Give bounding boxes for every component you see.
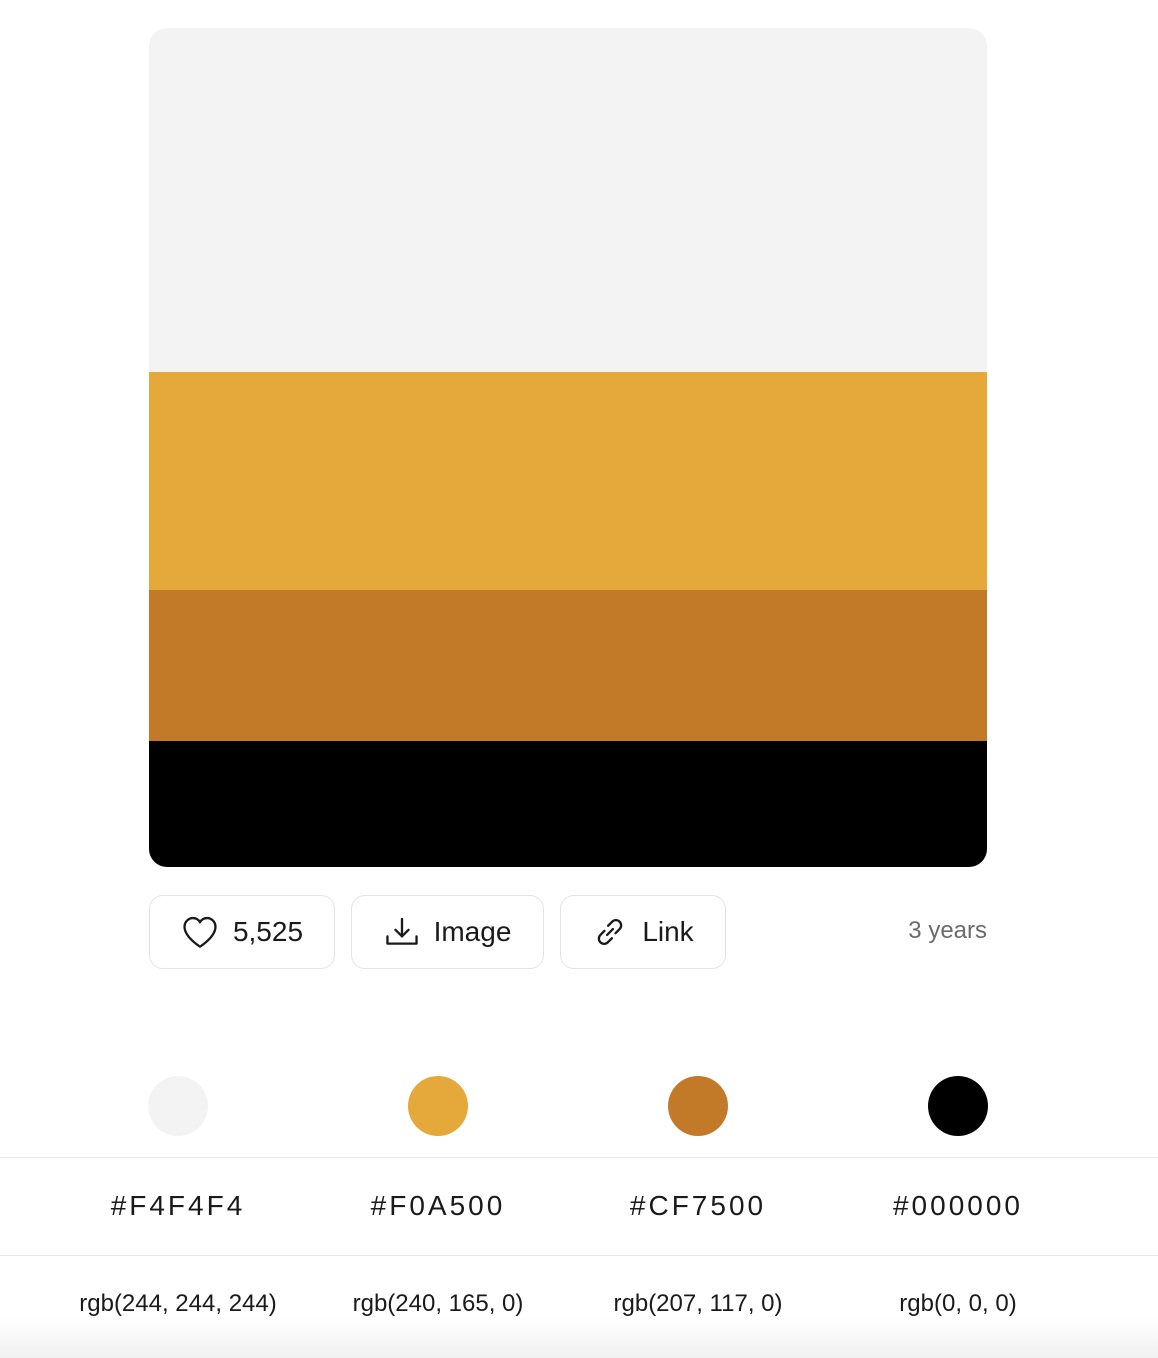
like-count: 5,525 — [232, 916, 304, 947]
hex-code-3[interactable]: #CF7500 — [578, 1190, 818, 1222]
hex-code-1[interactable]: #F4F4F4 — [58, 1190, 298, 1222]
swatch-2[interactable] — [149, 372, 987, 590]
hex-codes-row: #F4F4F4 #F0A500 #CF7500 #000000 — [0, 1157, 1158, 1256]
copy-link-button[interactable]: Link — [560, 895, 726, 969]
color-dot-2[interactable] — [408, 1076, 468, 1136]
image-button-label: Image — [433, 916, 512, 947]
palette-actions: 5,525 Image Link 3 years — [149, 895, 987, 971]
download-image-button[interactable]: Image — [351, 895, 544, 969]
hex-code-2[interactable]: #F0A500 — [318, 1190, 558, 1222]
swatch-3[interactable] — [149, 590, 987, 741]
link-icon — [592, 916, 628, 948]
hex-code-4[interactable]: #000000 — [838, 1190, 1078, 1222]
color-dot-3[interactable] — [668, 1076, 728, 1136]
rgb-code-1[interactable]: rgb(244, 244, 244) — [48, 1290, 308, 1318]
color-dot-1[interactable] — [148, 1076, 208, 1136]
swatch-4[interactable] — [149, 741, 987, 867]
palette-page: 5,525 Image Link 3 years #F4F4F4 #F0A500… — [0, 0, 1158, 1358]
palette-card[interactable] — [149, 28, 987, 867]
heart-icon — [181, 915, 219, 949]
swatch-1[interactable] — [149, 28, 987, 372]
rgb-code-3[interactable]: rgb(207, 117, 0) — [568, 1290, 828, 1318]
rgb-code-4[interactable]: rgb(0, 0, 0) — [828, 1290, 1088, 1318]
color-dot-4[interactable] — [928, 1076, 988, 1136]
rgb-codes-row: rgb(244, 244, 244) rgb(240, 165, 0) rgb(… — [0, 1257, 1158, 1358]
download-icon — [384, 916, 420, 948]
link-button-label: Link — [642, 916, 694, 947]
like-button[interactable]: 5,525 — [149, 895, 335, 969]
color-dots — [0, 1076, 1158, 1136]
palette-age: 3 years — [908, 917, 987, 944]
rgb-code-2[interactable]: rgb(240, 165, 0) — [308, 1290, 568, 1318]
